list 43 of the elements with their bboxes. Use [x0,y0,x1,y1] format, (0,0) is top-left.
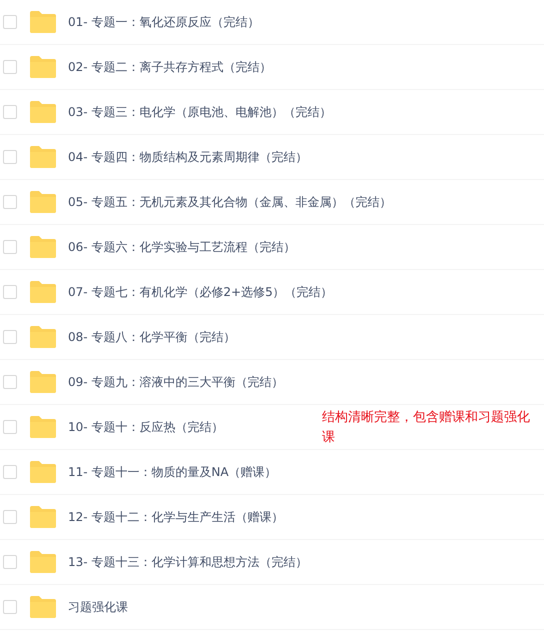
checkbox[interactable] [3,465,17,479]
file-name[interactable]: 08- 专题八：化学平衡（完结） [68,328,236,346]
file-name[interactable]: 06- 专题六：化学实验与工艺流程（完结） [68,238,296,256]
file-name[interactable]: 01- 专题一：氧化还原反应（完结） [68,13,260,31]
file-name[interactable]: 07- 专题七：有机化学（必修2+选修5）（完结） [68,283,333,301]
folder-icon [30,101,56,123]
file-name[interactable]: 11- 专题十一：物质的量及NA（赠课） [68,463,277,481]
checkbox[interactable] [3,60,17,74]
checkbox[interactable] [3,330,17,344]
folder-icon [30,191,56,213]
file-name[interactable]: 13- 专题十三：化学计算和思想方法（完结） [68,553,308,571]
file-name[interactable]: 09- 专题九：溶液中的三大平衡（完结） [68,373,284,391]
folder-icon [30,371,56,393]
folder-icon [30,56,56,78]
checkbox[interactable] [3,510,17,524]
folder-icon [30,416,56,438]
file-name[interactable]: 05- 专题五：无机元素及其化合物（金属、非金属）（完结） [68,193,392,211]
checkbox[interactable] [3,15,17,29]
checkbox[interactable] [3,240,17,254]
folder-icon [30,461,56,483]
checkbox[interactable] [3,150,17,164]
checkbox[interactable] [3,375,17,389]
folder-icon [30,236,56,258]
file-name[interactable]: 02- 专题二：离子共存方程式（完结） [68,58,272,76]
folder-icon [30,326,56,348]
checkbox[interactable] [3,600,17,614]
file-name[interactable]: 习题强化课 [68,598,128,616]
file-name[interactable]: 04- 专题四：物质结构及元素周期律（完结） [68,148,308,166]
folder-icon [30,146,56,168]
folder-icon [30,596,56,618]
folder-icon [30,11,56,33]
file-name[interactable]: 10- 专题十：反应热（完结） [68,418,224,436]
checkbox[interactable] [3,420,17,434]
folder-icon [30,281,56,303]
folder-icon [30,506,56,528]
checkbox[interactable] [3,105,17,119]
checkbox[interactable] [3,195,17,209]
checkbox[interactable] [3,285,17,299]
file-name[interactable]: 12- 专题十二：化学与生产生活（赠课） [68,508,284,526]
checkbox[interactable] [3,555,17,569]
file-name[interactable]: 03- 专题三：电化学（原电池、电解池）（完结） [68,103,332,121]
annotation-note: 结构清晰完整，包含赠课和习题强化课 [322,409,531,447]
folder-icon [30,551,56,573]
